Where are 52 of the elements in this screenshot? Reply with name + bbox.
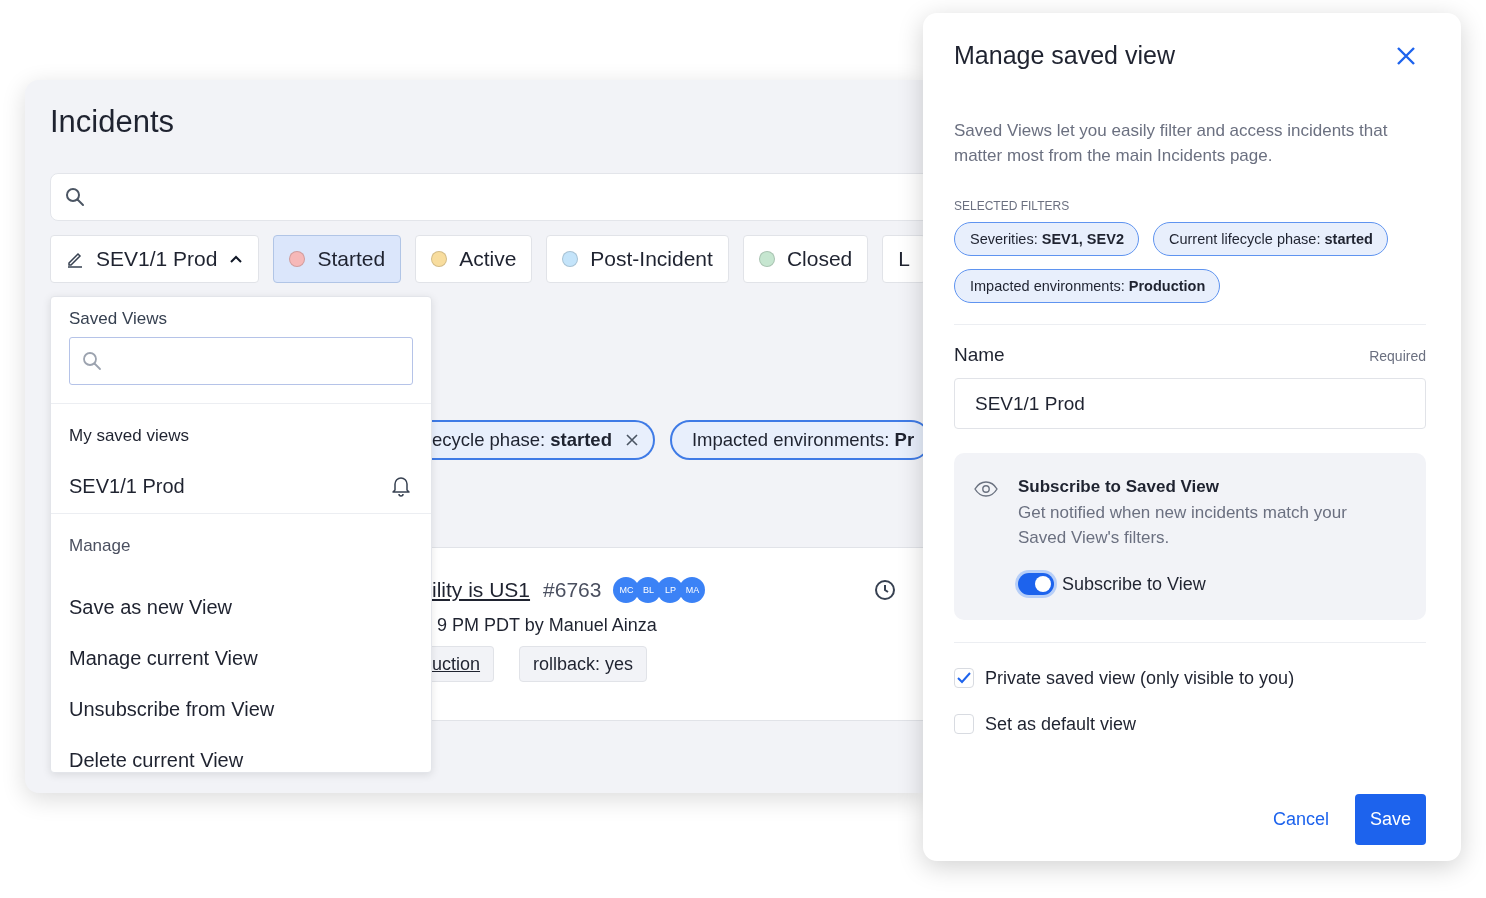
close-icon[interactable] (625, 434, 638, 446)
checkbox[interactable] (954, 714, 974, 734)
cancel-link[interactable]: Cancel (1272, 809, 1329, 830)
toggle-switch[interactable] (1018, 573, 1054, 595)
status-filter[interactable]: Started (273, 235, 402, 283)
field-label: Name (954, 344, 1005, 366)
menu-item[interactable]: Manage current View (51, 633, 431, 684)
tag-link[interactable]: uction (432, 646, 495, 682)
status-filter[interactable]: Active (415, 235, 533, 283)
filter-chip: Severities: SEV1, SEV2 (954, 222, 1139, 256)
section-heading: My saved views (68, 426, 190, 447)
incident-meta: 9 PM PDT by Manuel Ainza (436, 615, 658, 636)
name-input[interactable]: SEV1/1 Prod (954, 378, 1426, 429)
clock-icon (874, 579, 897, 601)
search-field[interactable] (50, 173, 923, 221)
eye-icon (974, 481, 998, 497)
chevron-icon (229, 254, 244, 264)
close-icon[interactable] (1396, 45, 1416, 66)
checkbox[interactable] (954, 668, 974, 688)
status-filter[interactable]: Closed (742, 235, 869, 283)
subscribe-title: Subscribe to Saved View (1018, 477, 1220, 497)
search-icon (65, 187, 85, 207)
filter-chip[interactable]: ecycle phase: started (432, 420, 655, 460)
toggle-label: Subscribe to View (1062, 573, 1206, 595)
section-label: SELECTED FILTERS (954, 199, 1071, 213)
required-hint: Required (1369, 348, 1426, 364)
search-field[interactable] (69, 337, 413, 385)
menu-item[interactable]: Save as new View (51, 582, 431, 633)
pencil-icon (66, 250, 84, 268)
save-button[interactable]: Save (1354, 794, 1426, 845)
incident-number: #6763 (543, 578, 602, 602)
modal-description: Saved Views let you easily filter and access incidents that matter most from the main Incidents page. (954, 120, 1389, 167)
menu-item[interactable]: SEV1/1 Prod (51, 460, 431, 512)
page-title: Incidents (50, 103, 176, 141)
menu-heading: Saved Views (69, 309, 168, 329)
checkbox-label: Private saved view (only visible to you) (985, 667, 1295, 689)
modal-title: Manage saved view (954, 41, 1175, 70)
status-filter[interactable]: Post-Incident (546, 235, 729, 283)
menu-item[interactable]: Unsubscribe from View (51, 684, 431, 735)
tag: rollback: yes (519, 646, 648, 682)
menu-item[interactable]: Delete current View (51, 735, 431, 786)
filter-chip: Impacted environments: Production (954, 269, 1221, 303)
saved-view-button[interactable]: SEV1/1 Prod (50, 235, 260, 283)
avatar: MA (679, 577, 706, 603)
filter-chip: Current lifecycle phase: started (1152, 222, 1388, 256)
section-heading: Manage (68, 536, 132, 557)
incident-link[interactable]: ility is US1 (432, 578, 531, 602)
filter-chip[interactable]: Impacted environments: Pr (669, 420, 923, 460)
checkbox-label: Set as default view (985, 713, 1137, 735)
status-filter[interactable]: L (882, 235, 923, 283)
search-icon (82, 351, 102, 371)
subscribe-description: Get notified when new incidents match your Saved View's filters. (1018, 502, 1348, 549)
